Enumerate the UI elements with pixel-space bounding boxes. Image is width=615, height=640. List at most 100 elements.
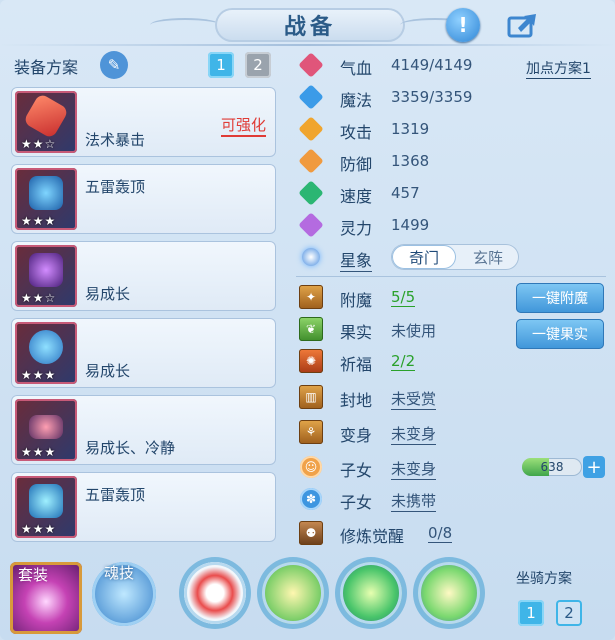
extra-name: 子女 xyxy=(340,493,373,512)
blessing-row: ✺ xyxy=(298,346,324,376)
stat-name: 速度 xyxy=(340,187,373,206)
stat-name: 魔法 xyxy=(340,91,373,110)
stat-mp xyxy=(298,82,324,112)
stat-hp xyxy=(298,50,324,80)
stat-value: 1319 xyxy=(391,120,430,138)
equipment-slot-belt[interactable]: ★★★ 易成长、冷静 xyxy=(11,395,276,465)
stat-defense xyxy=(298,146,324,176)
stat-value: 457 xyxy=(391,184,420,202)
equipment-effect: 五雷轰顶 xyxy=(85,486,146,504)
stat-name: 防御 xyxy=(340,155,373,174)
stat-spirit xyxy=(298,210,324,240)
stat-name: 攻击 xyxy=(340,123,373,142)
mount-plan-tab-2[interactable]: 2 xyxy=(556,600,582,626)
help-button[interactable]: ! xyxy=(446,8,480,42)
mount-plan-label: 坐骑方案 xyxy=(516,571,572,587)
fief-row: ▥ xyxy=(298,382,324,412)
speed-icon xyxy=(298,180,324,206)
toggle-option-xuanzhen[interactable]: 玄阵 xyxy=(457,245,519,269)
equipment-slot-armor[interactable]: ★★☆ 易成长 xyxy=(11,241,276,311)
mount-plan-tab-1[interactable]: 1 xyxy=(518,600,544,626)
equipment-effect: 易成长 xyxy=(85,362,131,380)
stat-attack xyxy=(298,114,324,144)
star-rating: ★★☆ xyxy=(21,137,57,151)
equipment-slot-weapon[interactable]: ★★☆ 法术暴击 可强化 xyxy=(11,87,276,157)
extra-name: 变身 xyxy=(340,426,373,445)
extra-name: 祈福 xyxy=(340,355,373,374)
extra-value[interactable]: 5/5 xyxy=(391,288,416,307)
cultivation-icon: ⚉ xyxy=(298,520,324,546)
child-icon: ☺ xyxy=(298,454,324,480)
extra-value[interactable]: 未受赏 xyxy=(391,388,437,410)
mount-skill-orb-3[interactable] xyxy=(340,562,402,624)
fruit-icon: ❦ xyxy=(298,316,324,342)
title-ornament-left xyxy=(150,18,220,32)
share-icon xyxy=(507,14,536,38)
necklace-icon: ★★★ xyxy=(15,322,77,384)
bottom-bar: 套装 魂技 坐骑方案 1 2 xyxy=(0,556,615,640)
extra-value[interactable]: 0/8 xyxy=(428,524,453,543)
mount-skill-orb-1[interactable] xyxy=(184,562,246,624)
extra-name: 果实 xyxy=(340,323,373,342)
enchant-row: ✦ xyxy=(298,282,324,312)
equip-plan-label: 装备方案 xyxy=(14,58,79,77)
one-click-fruit-button[interactable]: 一键果实 xyxy=(516,319,604,349)
star-sign-icon xyxy=(298,244,324,270)
child-exp-value: 638 xyxy=(540,460,564,474)
spirit-icon xyxy=(298,212,324,238)
battle-prep-panel: 战备 ! 装备方案 ✎ 1 2 ★★☆ 法术暴击 可强化 ★★★ 五雷轰顶 ★★… xyxy=(0,0,615,640)
equipment-effect: 易成长 xyxy=(85,285,131,303)
equipment-slot-boots[interactable]: ★★★ 五雷轰顶 xyxy=(11,472,276,542)
armor-icon: ★★☆ xyxy=(15,245,77,307)
star-rating: ★★★ xyxy=(21,214,57,228)
extra-name: 附魔 xyxy=(340,291,373,310)
equip-plan-tab-1[interactable]: 1 xyxy=(208,52,234,78)
equipment-slot-helmet[interactable]: ★★★ 五雷轰顶 xyxy=(11,164,276,234)
star-rating: ★★★ xyxy=(21,522,57,536)
star-sign-row xyxy=(298,242,324,272)
extra-name: 子女 xyxy=(340,461,373,480)
suit-label: 套装 xyxy=(18,566,49,584)
stat-speed xyxy=(298,178,324,208)
mount-skill-orb-2[interactable] xyxy=(262,562,324,624)
child-carry-row: ✽ xyxy=(298,484,324,514)
star-sign-label[interactable]: 星象 xyxy=(340,247,373,272)
equipment-effect: 法术暴击 xyxy=(85,131,146,149)
paw-icon: ✽ xyxy=(298,486,324,512)
shield-icon xyxy=(298,148,324,174)
blessing-icon: ✺ xyxy=(298,348,324,374)
toggle-option-qimen[interactable]: 奇门 xyxy=(392,245,456,269)
fief-icon: ▥ xyxy=(298,384,324,410)
add-child-exp-button[interactable]: + xyxy=(583,456,605,478)
stat-value: 1368 xyxy=(391,152,430,170)
one-click-enchant-button[interactable]: 一键附魔 xyxy=(516,283,604,313)
equipment-slot-necklace[interactable]: ★★★ 易成长 xyxy=(11,318,276,388)
extra-value[interactable]: 未携带 xyxy=(391,490,437,512)
transform-icon: ⚘ xyxy=(298,419,324,445)
title-bar: 战备 ! xyxy=(0,0,615,50)
mount-skill-orb-4[interactable] xyxy=(418,562,480,624)
extra-value[interactable]: 未变身 xyxy=(391,458,437,480)
equip-plan-tab-2[interactable]: 2 xyxy=(245,52,271,78)
pencil-icon: ✎ xyxy=(107,56,121,74)
add-point-plan-link[interactable]: 加点方案1 xyxy=(526,58,591,79)
stat-name: 灵力 xyxy=(340,219,373,238)
share-button[interactable] xyxy=(506,8,540,42)
sword-icon xyxy=(298,116,324,142)
mana-icon xyxy=(298,84,324,110)
upgradable-badge[interactable]: 可强化 xyxy=(220,114,266,137)
transform-row: ⚘ xyxy=(298,417,324,447)
extra-name: 封地 xyxy=(340,391,373,410)
extra-value[interactable]: 未变身 xyxy=(391,423,437,445)
fruit-row: ❦ xyxy=(298,314,324,344)
soul-skill-label: 魂技 xyxy=(104,564,135,582)
weapon-icon: ★★☆ xyxy=(15,91,77,153)
exclamation-icon: ! xyxy=(458,13,468,37)
enchant-icon: ✦ xyxy=(298,284,324,310)
extra-value[interactable]: 2/2 xyxy=(391,352,416,371)
edit-plan-button[interactable]: ✎ xyxy=(100,51,128,79)
star-rating: ★★★ xyxy=(21,368,57,382)
stats-divider xyxy=(296,276,606,277)
star-sign-toggle[interactable]: 奇门 玄阵 xyxy=(391,244,519,270)
boots-icon: ★★★ xyxy=(15,476,77,538)
